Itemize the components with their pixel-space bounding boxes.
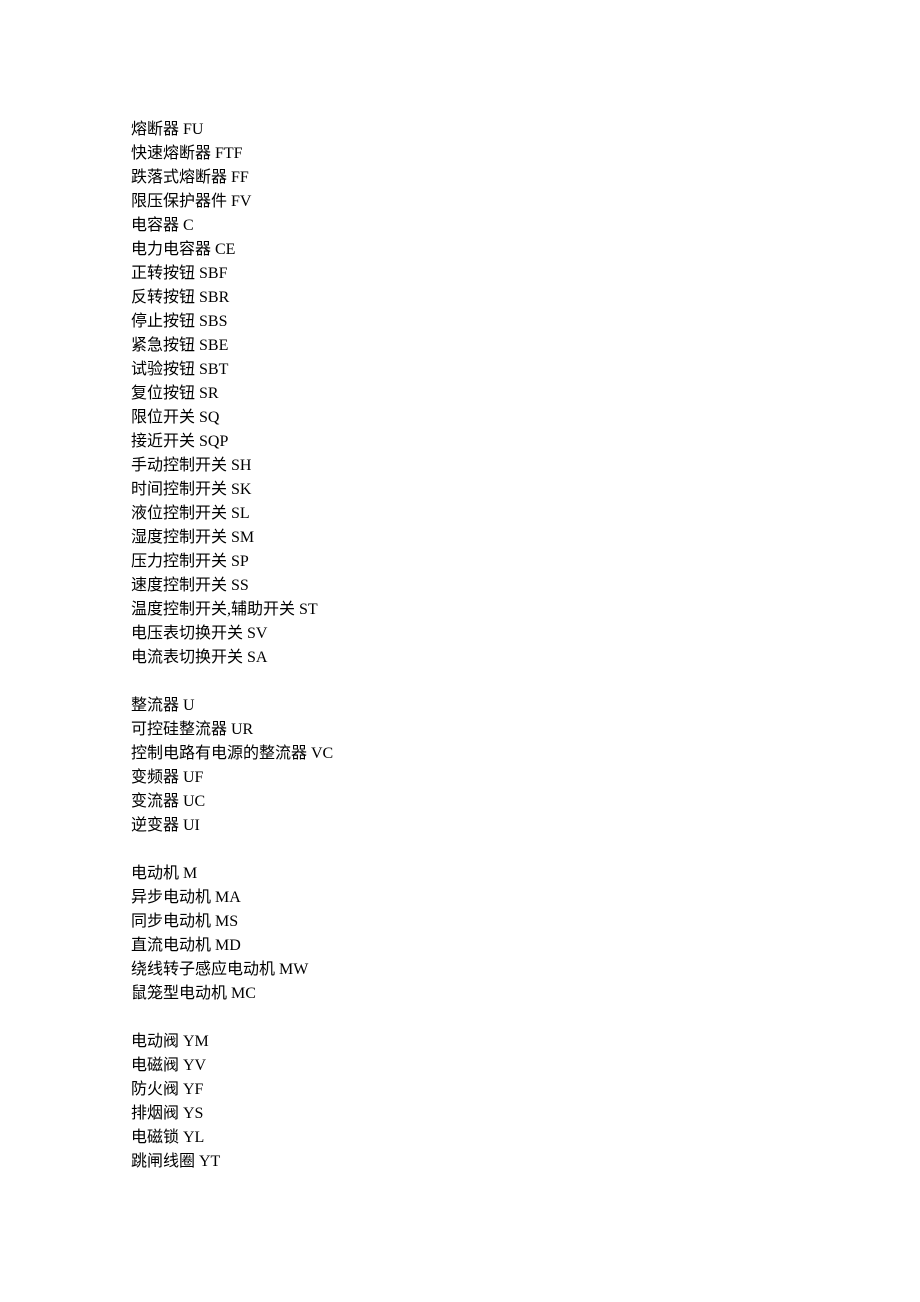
- reference-line: 整流器 U: [131, 694, 920, 718]
- reference-line: 直流电动机 MD: [131, 934, 920, 958]
- reference-line: 鼠笼型电动机 MC: [131, 982, 920, 1006]
- reference-line: 可控硅整流器 UR: [131, 718, 920, 742]
- reference-line: 快速熔断器 FTF: [131, 142, 920, 166]
- reference-line: 限压保护器件 FV: [131, 190, 920, 214]
- reference-line: 试验按钮 SBT: [131, 358, 920, 382]
- reference-line: 限位开关 SQ: [131, 406, 920, 430]
- reference-line: 停止按钮 SBS: [131, 310, 920, 334]
- reference-line: 跌落式熔断器 FF: [131, 166, 920, 190]
- reference-line: 电压表切换开关 SV: [131, 622, 920, 646]
- reference-line: 逆变器 UI: [131, 814, 920, 838]
- reference-line: 紧急按钮 SBE: [131, 334, 920, 358]
- reference-line: 异步电动机 MA: [131, 886, 920, 910]
- reference-line: 电动阀 YM: [131, 1030, 920, 1054]
- reference-line: 时间控制开关 SK: [131, 478, 920, 502]
- reference-line: 电动机 M: [131, 862, 920, 886]
- reference-line: 熔断器 FU: [131, 118, 920, 142]
- reference-line: 压力控制开关 SP: [131, 550, 920, 574]
- reference-line: 变流器 UC: [131, 790, 920, 814]
- reference-line: 绕线转子感应电动机 MW: [131, 958, 920, 982]
- reference-line: 电磁阀 YV: [131, 1054, 920, 1078]
- reference-line: 接近开关 SQP: [131, 430, 920, 454]
- reference-line: 正转按钮 SBF: [131, 262, 920, 286]
- reference-line: 手动控制开关 SH: [131, 454, 920, 478]
- reference-line: 跳闸线圈 YT: [131, 1150, 920, 1174]
- reference-line: 湿度控制开关 SM: [131, 526, 920, 550]
- reference-line: 液位控制开关 SL: [131, 502, 920, 526]
- group-separator: [131, 1006, 920, 1030]
- reference-line: 同步电动机 MS: [131, 910, 920, 934]
- group-separator: [131, 670, 920, 694]
- reference-line: 排烟阀 YS: [131, 1102, 920, 1126]
- reference-line: 防火阀 YF: [131, 1078, 920, 1102]
- group-separator: [131, 838, 920, 862]
- reference-line: 电容器 C: [131, 214, 920, 238]
- reference-line: 变频器 UF: [131, 766, 920, 790]
- reference-line: 速度控制开关 SS: [131, 574, 920, 598]
- reference-line: 控制电路有电源的整流器 VC: [131, 742, 920, 766]
- reference-line: 电磁锁 YL: [131, 1126, 920, 1150]
- reference-line: 电流表切换开关 SA: [131, 646, 920, 670]
- reference-line: 电力电容器 CE: [131, 238, 920, 262]
- reference-line: 反转按钮 SBR: [131, 286, 920, 310]
- document-page: 熔断器 FU快速熔断器 FTF跌落式熔断器 FF限压保护器件 FV电容器 C电力…: [0, 0, 920, 1302]
- reference-line: 温度控制开关,辅助开关 ST: [131, 598, 920, 622]
- reference-line: 复位按钮 SR: [131, 382, 920, 406]
